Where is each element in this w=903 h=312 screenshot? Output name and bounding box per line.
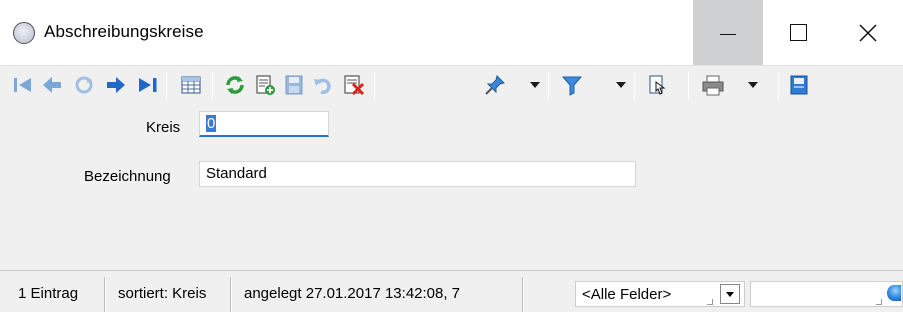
toolbar-separator (634, 72, 635, 100)
next-record-icon (107, 77, 125, 93)
bezeichnung-field[interactable]: Standard (199, 161, 636, 187)
delete-icon (344, 75, 365, 96)
window-title: Abschreibungskreise (44, 22, 204, 41)
title-bar: Abschreibungskreise (0, 0, 903, 65)
toolbar-separator (166, 72, 167, 100)
undo-icon (314, 78, 331, 95)
new-record-icon (256, 75, 275, 95)
reload-icon (226, 76, 244, 94)
kreis-label: Kreis (146, 119, 181, 136)
resize-grip-icon (707, 299, 713, 305)
close-button[interactable] (833, 0, 903, 65)
pin-dropdown[interactable] (528, 69, 542, 101)
maximize-button[interactable] (763, 0, 833, 65)
new-record-button[interactable] (252, 69, 278, 101)
last-record-icon (139, 78, 157, 92)
export-icon (649, 75, 666, 95)
toolbar-separator (374, 72, 375, 100)
toolbar-separator (778, 72, 779, 100)
table-view-button[interactable] (176, 69, 206, 101)
close-icon (859, 23, 877, 42)
print-button[interactable] (698, 69, 728, 101)
delete-button[interactable] (340, 69, 368, 101)
created-status: angelegt 27.01.2017 13:42:08, 7 (244, 285, 461, 302)
minimize-icon (720, 33, 736, 36)
next-record-button[interactable] (104, 69, 128, 101)
sort-status: sortiert: Kreis (118, 285, 207, 302)
export-button[interactable] (644, 69, 670, 101)
globe-icon[interactable] (887, 285, 901, 301)
toolbar-separator (212, 72, 213, 100)
record-form: Kreis 0 Bezeichnung Standard (0, 105, 903, 270)
refresh-disabled-button[interactable] (72, 69, 96, 101)
pin-button[interactable] (482, 69, 508, 101)
bezeichnung-value: Standard (206, 165, 267, 182)
print-icon (702, 75, 724, 96)
previous-record-button[interactable] (40, 69, 64, 101)
field-filter-value: <Alle Felder> (582, 286, 672, 303)
maximize-icon (789, 24, 807, 41)
kreis-field[interactable]: 0 (199, 111, 329, 137)
toolbar (0, 65, 903, 105)
kreis-value: 0 (206, 115, 217, 132)
field-filter-dropdown-button[interactable] (720, 284, 740, 304)
first-record-button[interactable] (10, 69, 36, 101)
filter-dropdown[interactable] (614, 69, 628, 101)
last-record-button[interactable] (134, 69, 162, 101)
filter-icon (561, 76, 583, 96)
filter-button[interactable] (558, 69, 586, 101)
previous-record-icon (43, 77, 61, 93)
resize-grip-icon (876, 299, 882, 305)
app-icon (13, 22, 35, 44)
first-record-icon (14, 78, 31, 92)
minimize-button[interactable] (693, 0, 763, 65)
status-bar: 1 Eintrag sortiert: Kreis angelegt 27.01… (0, 270, 903, 312)
save-button[interactable] (282, 69, 306, 101)
print-dropdown[interactable] (746, 69, 760, 101)
reload-button[interactable] (222, 69, 248, 101)
close-form-icon (790, 75, 808, 95)
toolbar-separator (548, 72, 549, 100)
status-divider (522, 277, 524, 312)
refresh-disabled-icon (75, 76, 93, 94)
close-form-button[interactable] (786, 69, 812, 101)
save-icon (285, 75, 303, 95)
record-count: 1 Eintrag (18, 285, 79, 302)
table-view-icon (181, 76, 201, 94)
undo-button[interactable] (310, 69, 336, 101)
bezeichnung-label: Bezeichnung (84, 168, 171, 185)
toolbar-separator (688, 72, 689, 100)
pin-icon (485, 75, 505, 95)
